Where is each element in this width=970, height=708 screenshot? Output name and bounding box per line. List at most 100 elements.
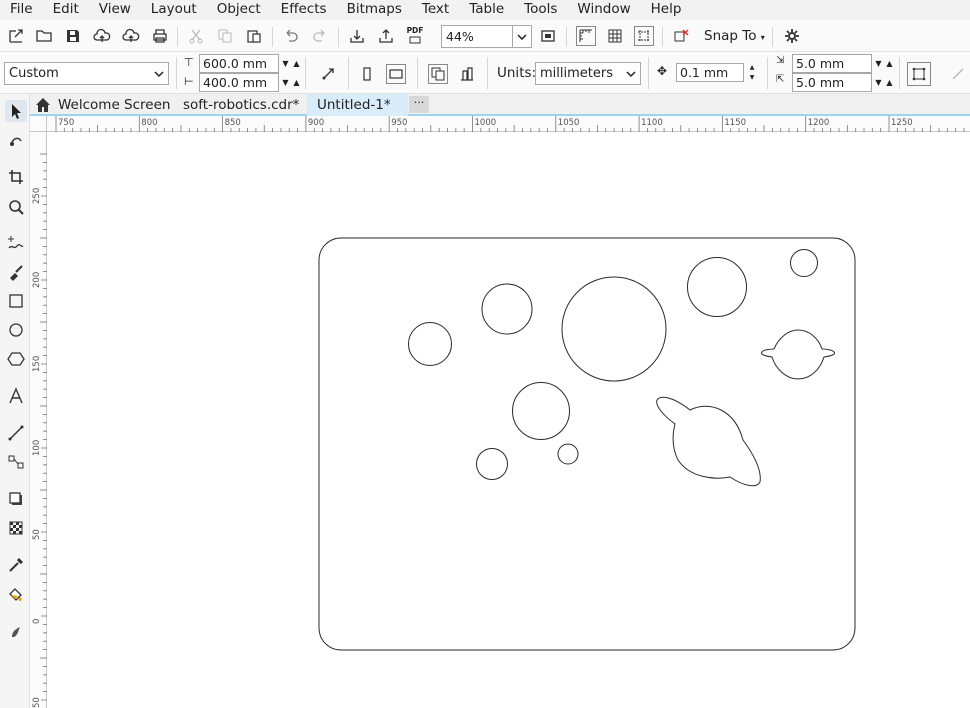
- ruler-label: 100: [32, 440, 42, 456]
- menu-table[interactable]: Table: [459, 0, 514, 20]
- smart-fill-icon[interactable]: [5, 620, 27, 642]
- cloud-sync-icon[interactable]: [121, 26, 141, 46]
- upload-cloud-icon[interactable]: [92, 26, 112, 46]
- vertical-ruler[interactable]: 250 200 150 100 50 0 50: [30, 132, 47, 708]
- polygon-tool-icon[interactable]: [5, 348, 27, 370]
- duplicate-y-stepper[interactable]: ▼ ▲: [873, 73, 895, 92]
- more-tabs-button[interactable]: ···: [409, 96, 429, 113]
- zoom-level-select[interactable]: 44%: [441, 25, 532, 48]
- cut-icon[interactable]: [186, 26, 206, 46]
- page-width-field[interactable]: 600.0 mm: [199, 54, 279, 73]
- page-width-stepper[interactable]: ▼ ▲: [280, 54, 302, 73]
- export-icon[interactable]: [376, 26, 396, 46]
- small-ringed-planet[interactable]: [761, 329, 835, 380]
- zoom-tool-icon[interactable]: [5, 196, 27, 218]
- page-height-field[interactable]: 400.0 mm: [199, 73, 279, 92]
- drop-shadow-icon[interactable]: [5, 488, 27, 510]
- drawing-canvas[interactable]: [47, 132, 970, 708]
- parallel-dimension-icon[interactable]: [5, 422, 27, 444]
- horizontal-ruler-ticks: 750 800 850 900 950 1000 1050 1100 1150 1200 1250: [55, 116, 965, 132]
- units-select[interactable]: millimeters: [535, 62, 641, 85]
- text-tool-icon[interactable]: [5, 385, 27, 407]
- menu-effects[interactable]: Effects: [271, 0, 337, 20]
- portrait-icon[interactable]: [357, 64, 377, 84]
- menu-window[interactable]: Window: [567, 0, 640, 20]
- ruler-label: 1150: [724, 118, 746, 128]
- crop-tool-icon[interactable]: [5, 166, 27, 188]
- snap-to-dropdown[interactable]: Snap To ▾: [704, 28, 765, 44]
- ellipse-tool-icon[interactable]: [5, 319, 27, 341]
- transparency-tool-icon[interactable]: [5, 517, 27, 539]
- copy-icon[interactable]: [215, 26, 235, 46]
- vertical-ruler-ticks: 250 200 150 100 50 0 50: [32, 153, 47, 708]
- circle-shape[interactable]: [512, 382, 570, 440]
- connector-tool-icon[interactable]: [5, 451, 27, 473]
- menu-view[interactable]: View: [89, 0, 141, 20]
- publish-pdf-icon[interactable]: PDF: [405, 26, 425, 46]
- duplicate-x-field[interactable]: 5.0 mm: [792, 54, 872, 73]
- page-height-stepper[interactable]: ▼ ▲: [280, 73, 302, 92]
- menu-bitmaps[interactable]: Bitmaps: [337, 0, 412, 20]
- circle-shape[interactable]: [481, 283, 533, 335]
- all-pages-icon[interactable]: [428, 64, 448, 84]
- duplicate-y-field[interactable]: 5.0 mm: [792, 73, 872, 92]
- nudge-distance-field[interactable]: 0.1 mm: [676, 63, 744, 82]
- treat-as-filled-icon[interactable]: [907, 62, 931, 86]
- duplicate-x-stepper[interactable]: ▼ ▲: [873, 54, 895, 73]
- circle-shape[interactable]: [687, 257, 747, 317]
- menu-file[interactable]: File: [0, 0, 43, 20]
- open-folder-icon[interactable]: [34, 26, 54, 46]
- guidelines-icon[interactable]: [634, 26, 654, 46]
- freehand-tool-icon[interactable]: [5, 232, 27, 254]
- import-icon[interactable]: [347, 26, 367, 46]
- small-circle[interactable]: [557, 443, 579, 465]
- menu-layout[interactable]: Layout: [141, 0, 207, 20]
- options-icon[interactable]: [782, 26, 802, 46]
- small-circle[interactable]: [790, 249, 818, 277]
- ruler-label: 250: [32, 188, 42, 204]
- menu-help[interactable]: Help: [641, 0, 692, 20]
- large-circle[interactable]: [561, 276, 667, 382]
- rounded-rectangle-plate[interactable]: [318, 237, 856, 651]
- rulers-icon[interactable]: [576, 26, 596, 46]
- edit-anchor-icon[interactable]: [948, 64, 968, 84]
- save-icon[interactable]: [63, 26, 83, 46]
- ruler-label: 1200: [808, 118, 830, 128]
- grid-icon[interactable]: [605, 26, 625, 46]
- rotate-page-icon[interactable]: [318, 64, 338, 84]
- full-screen-icon[interactable]: [538, 26, 558, 46]
- landscape-icon[interactable]: [386, 64, 406, 84]
- redo-icon[interactable]: [310, 26, 330, 46]
- new-document-icon[interactable]: [6, 26, 26, 46]
- interactive-fill-icon[interactable]: [5, 583, 27, 605]
- menu-text[interactable]: Text: [412, 0, 459, 20]
- large-ringed-planet[interactable]: [656, 396, 761, 487]
- duplicate-x-icon: ⇲: [776, 55, 785, 66]
- circle-shape[interactable]: [408, 322, 452, 366]
- tab-untitled-1[interactable]: Untitled-1*: [307, 94, 408, 116]
- ruler-label: 200: [32, 272, 42, 288]
- nudge-stepper[interactable]: ▲ ▼: [745, 63, 759, 82]
- units-value: millimeters: [540, 66, 613, 81]
- undo-icon[interactable]: [281, 26, 301, 46]
- menu-tools[interactable]: Tools: [514, 0, 567, 20]
- menu-object[interactable]: Object: [207, 0, 271, 20]
- tab-soft-robotics[interactable]: soft-robotics.cdr*: [173, 94, 309, 116]
- tab-welcome-screen[interactable]: Welcome Screen: [48, 94, 180, 116]
- paste-icon[interactable]: [244, 26, 264, 46]
- ruler-label: 950: [391, 118, 407, 128]
- ruler-label: 0: [32, 619, 42, 624]
- eyedropper-icon[interactable]: [5, 554, 27, 576]
- menu-edit[interactable]: Edit: [43, 0, 89, 20]
- page-size-select[interactable]: Custom: [4, 62, 169, 85]
- print-icon[interactable]: [150, 26, 170, 46]
- artistic-media-icon[interactable]: [5, 261, 27, 283]
- current-page-icon[interactable]: [457, 64, 477, 84]
- rectangle-tool-icon[interactable]: [5, 290, 27, 312]
- ruler-origin[interactable]: [30, 116, 47, 132]
- horizontal-ruler[interactable]: 750 800 850 900 950 1000 1050 1100 1150 1200 1250: [47, 116, 970, 132]
- alignment-guides-icon[interactable]: [671, 26, 691, 46]
- pick-tool-icon[interactable]: [5, 100, 27, 122]
- small-circle[interactable]: [476, 448, 508, 480]
- shape-tool-icon[interactable]: [5, 130, 27, 152]
